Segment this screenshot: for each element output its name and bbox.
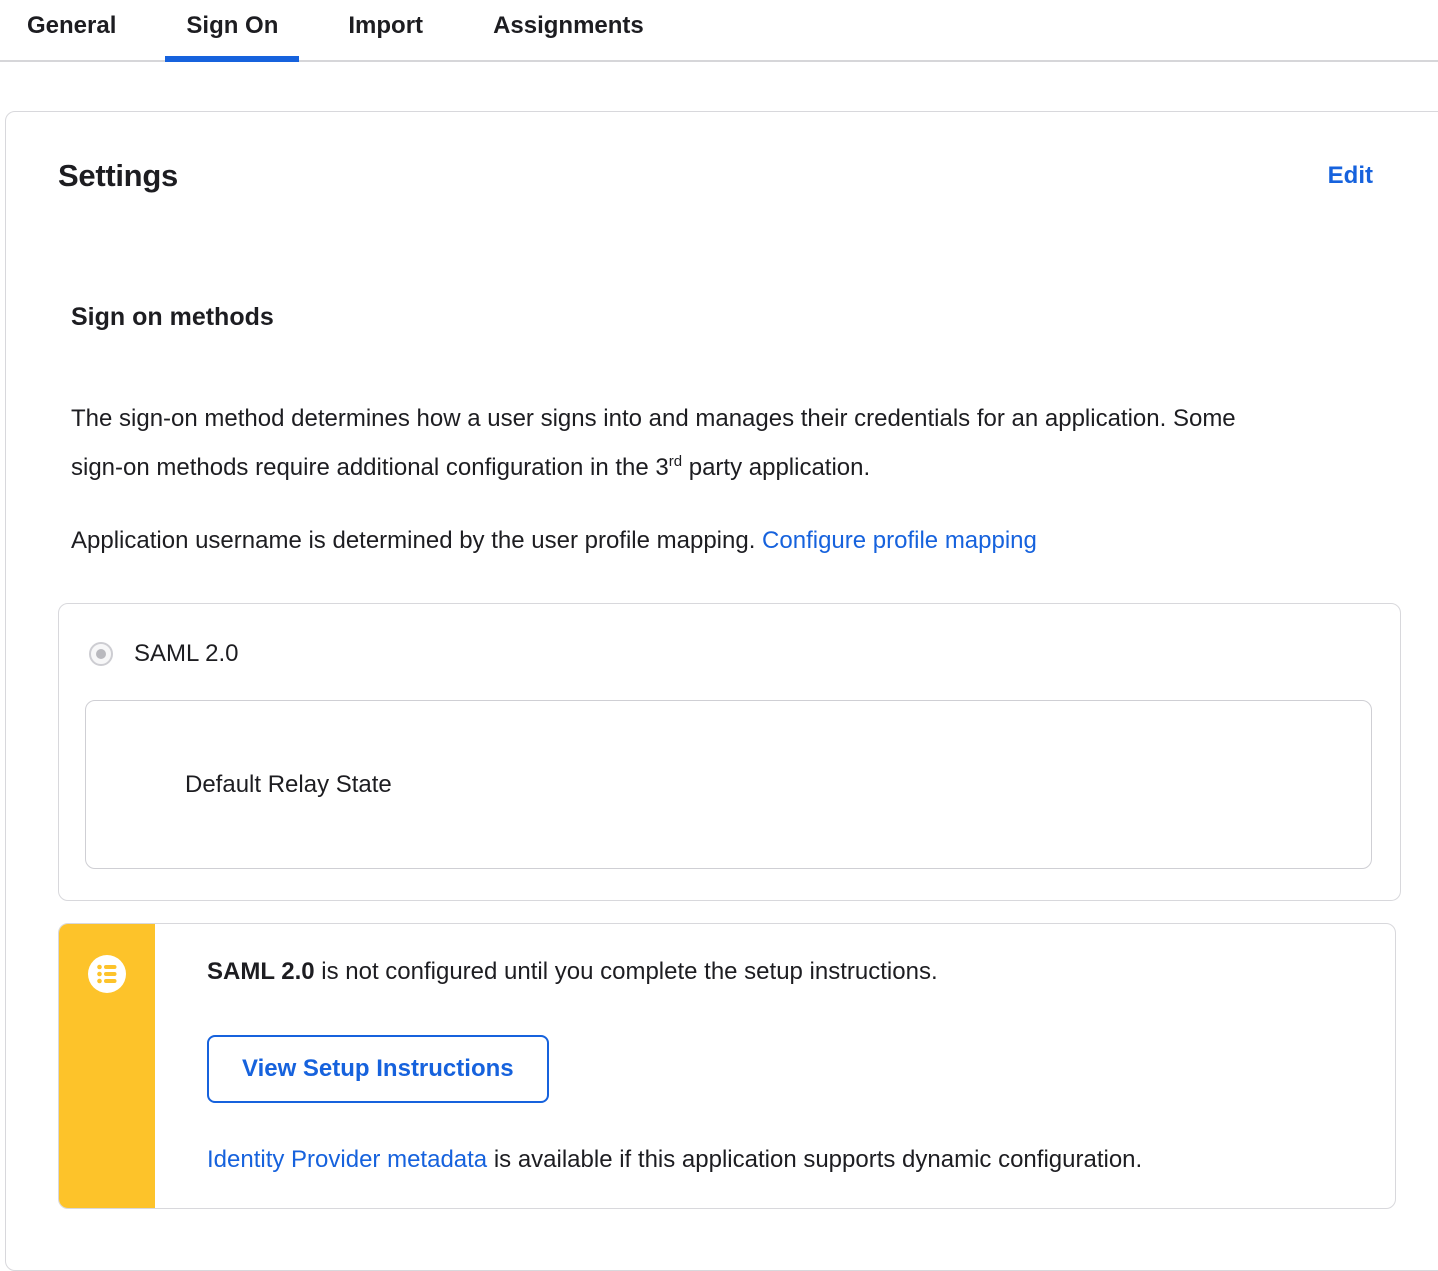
tab-general[interactable]: General	[6, 4, 137, 60]
view-setup-instructions-button[interactable]: View Setup Instructions	[207, 1035, 549, 1103]
username-description: Application username is determined by th…	[71, 516, 1271, 565]
callout-body: SAML 2.0 is not configured until you com…	[155, 924, 1182, 1208]
relay-state-label: Default Relay State	[185, 770, 392, 798]
tab-import[interactable]: Import	[327, 4, 444, 60]
tab-sign-on[interactable]: Sign On	[165, 4, 300, 62]
page-title: Settings	[58, 158, 178, 193]
callout-accent-strip	[59, 924, 155, 1208]
sign-on-description: The sign-on method determines how a user…	[71, 394, 1271, 492]
callout-metadata-line: Identity Provider metadata is available …	[207, 1145, 1142, 1175]
saml-radio-row: SAML 2.0	[89, 640, 1400, 668]
default-relay-state-field: Default Relay State	[85, 700, 1372, 869]
settings-card-header: Settings Edit	[58, 156, 1373, 196]
section-title: Sign on methods	[71, 303, 274, 331]
setup-callout: SAML 2.0 is not configured until you com…	[58, 923, 1396, 1209]
tab-assignments[interactable]: Assignments	[472, 4, 665, 60]
callout-message-rest: is not configured until you complete the…	[314, 958, 938, 985]
description-text-tail: party application.	[682, 454, 871, 481]
edit-link[interactable]: Edit	[1328, 162, 1373, 190]
sign-on-methods-section: Sign on methods The sign-on method deter…	[58, 300, 1438, 1209]
saml-radio-label: SAML 2.0	[134, 640, 239, 667]
settings-card: Settings Edit Sign on methods The sign-o…	[5, 111, 1438, 1271]
identity-provider-metadata-link[interactable]: Identity Provider metadata	[207, 1146, 487, 1173]
bullet-list-icon	[87, 954, 127, 994]
saml-method-box: SAML 2.0 Default Relay State	[58, 603, 1401, 901]
callout-message-bold: SAML 2.0	[207, 958, 315, 985]
description-text: The sign-on method determines how a user…	[71, 405, 1236, 481]
saml-radio-dot	[96, 649, 106, 659]
saml-radio[interactable]	[89, 642, 113, 666]
description-superscript: rd	[668, 453, 683, 470]
callout-message: SAML 2.0 is not configured until you com…	[207, 957, 1142, 987]
tab-bar: General Sign On Import Assignments	[0, 0, 1438, 62]
configure-profile-mapping-link[interactable]: Configure profile mapping	[762, 527, 1037, 554]
username-text: Application username is determined by th…	[71, 527, 756, 554]
callout-metadata-rest: is available if this application support…	[487, 1146, 1143, 1173]
